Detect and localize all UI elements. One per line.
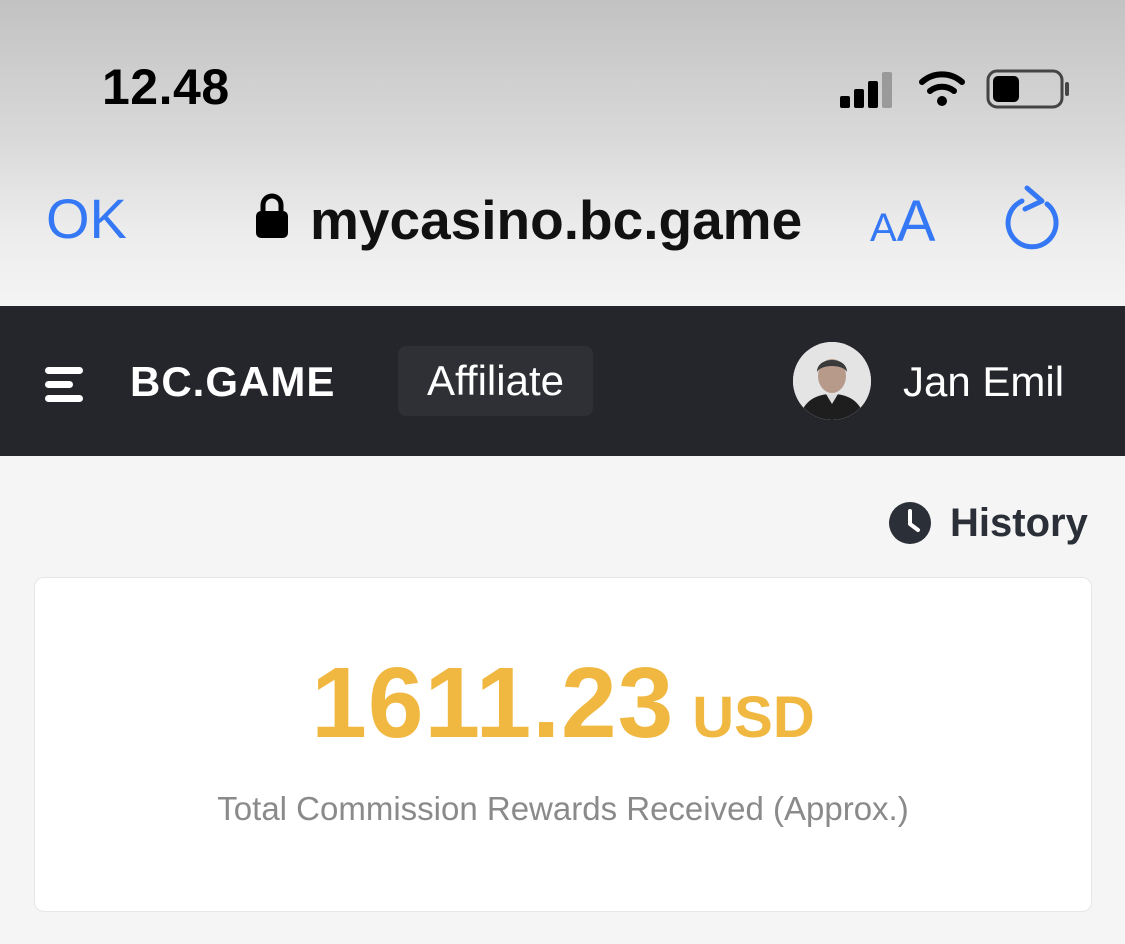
- reload-icon[interactable]: [1002, 184, 1066, 254]
- commission-amount-row: 1611.23 USD: [35, 646, 1091, 761]
- lock-icon: [256, 193, 288, 238]
- commission-amount: 1611.23: [311, 647, 675, 759]
- text-size-small-glyph: A: [870, 206, 897, 250]
- user-name[interactable]: Jan Emil: [903, 358, 1064, 406]
- commission-card: 1611.23 USD Total Commission Rewards Rec…: [34, 577, 1092, 912]
- wifi-icon: [919, 71, 965, 106]
- commission-currency: USD: [692, 685, 815, 750]
- clock-icon: [889, 502, 931, 544]
- status-time: 12.48: [102, 59, 230, 115]
- cellular-signal-icon: [840, 68, 900, 108]
- text-size-button[interactable]: AA: [870, 188, 935, 255]
- done-button[interactable]: OK: [46, 186, 127, 251]
- brand-logo[interactable]: BC.GAME: [130, 358, 335, 406]
- tab-affiliate[interactable]: Affiliate: [398, 346, 593, 416]
- history-link[interactable]: History: [888, 500, 1088, 546]
- commission-caption: Total Commission Rewards Received (Appro…: [217, 790, 909, 827]
- site-navbar: BC.GAME Affiliate Jan Emil: [0, 306, 1125, 456]
- text-size-big-glyph: A: [896, 189, 936, 254]
- address-bar-url[interactable]: mycasino.bc.game: [310, 188, 802, 252]
- browser-chrome: 12.48 OK mycasino.bc.game AA: [0, 0, 1125, 306]
- hamburger-menu-icon[interactable]: [45, 367, 83, 403]
- user-photo-icon: [793, 342, 871, 420]
- battery-icon: [986, 69, 1069, 109]
- history-label: History: [950, 500, 1088, 545]
- avatar[interactable]: [793, 342, 871, 420]
